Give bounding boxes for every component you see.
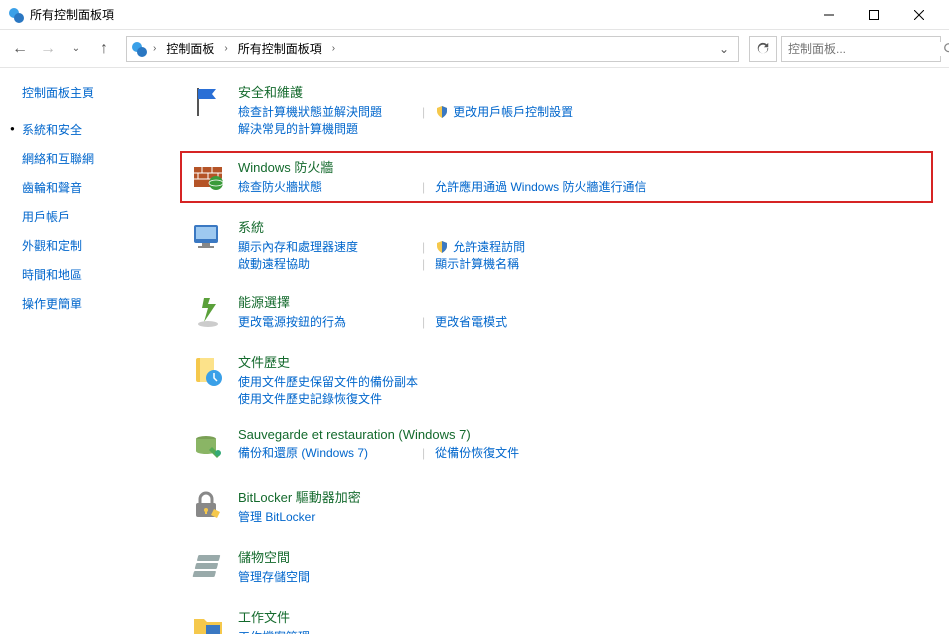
category-link[interactable]: 顯示內存和處理器速度 <box>238 238 398 255</box>
shield-icon <box>435 105 449 119</box>
chevron-right-icon[interactable]: › <box>330 43 337 54</box>
link-separator: | <box>422 315 425 329</box>
history-icon <box>188 352 228 392</box>
category-section: 能源選擇更改電源按鈕的行為 |更改省電模式 <box>180 286 933 338</box>
flag-icon <box>188 82 228 122</box>
up-button[interactable]: ↑ <box>92 37 116 61</box>
control-panel-icon <box>131 41 147 57</box>
toolbar: ← → ⌄ ↑ › 控制面板 › 所有控制面板項 › ⌄ <box>0 30 949 68</box>
category-link[interactable]: 解決常見的計算機問題 <box>238 120 398 137</box>
category-title[interactable]: Sauvegarde et restauration (Windows 7) <box>238 427 925 442</box>
sidebar-item[interactable]: 時間和地區 <box>22 260 180 289</box>
power-icon <box>188 292 228 332</box>
link-separator: | <box>422 446 425 460</box>
maximize-button[interactable] <box>851 0 896 30</box>
category-link[interactable]: 管理存儲空間 <box>238 568 398 585</box>
system-icon <box>188 217 228 257</box>
control-panel-icon <box>8 7 24 23</box>
breadcrumb-item[interactable]: 所有控制面板項 <box>234 38 326 59</box>
category-section: 系統顯示內存和處理器速度 |允許遠程訪問啟動遠程協助 |顯示計算機名稱 <box>180 211 933 278</box>
search-icon[interactable] <box>943 42 949 56</box>
link-separator: | <box>422 240 425 254</box>
sidebar: 控制面板主頁 系統和安全網絡和互聯網齒輪和聲音用戶帳戶外觀和定制時間和地區操作更… <box>0 68 180 634</box>
chevron-right-icon[interactable]: › <box>222 43 229 54</box>
sidebar-item[interactable]: 外觀和定制 <box>22 231 180 260</box>
category-link[interactable]: 備份和還原 (Windows 7) <box>238 444 398 461</box>
category-link[interactable]: |顯示計算機名稱 <box>422 255 582 272</box>
category-link[interactable]: 使用文件歷史記錄恢復文件 <box>238 390 398 407</box>
search-input[interactable] <box>788 42 943 56</box>
category-link[interactable]: 工作檔案管理 <box>238 628 398 634</box>
category-title[interactable]: 系統 <box>238 217 925 236</box>
category-link[interactable]: |從備份恢復文件 <box>422 444 582 461</box>
minimize-button[interactable] <box>806 0 851 30</box>
category-title[interactable]: BitLocker 驅動器加密 <box>238 487 925 506</box>
category-link[interactable]: 檢查計算機狀態並解決問題 <box>238 103 398 120</box>
category-section: 文件歷史使用文件歷史保留文件的備份副本使用文件歷史記錄恢復文件 <box>180 346 933 413</box>
category-link[interactable]: |允許應用通過 Windows 防火牆進行通信 <box>422 178 646 195</box>
category-link[interactable]: |更改省電模式 <box>422 313 582 330</box>
backup-icon <box>188 427 228 467</box>
address-dropdown-button[interactable]: ⌄ <box>714 42 734 56</box>
category-link[interactable]: 管理 BitLocker <box>238 508 398 525</box>
category-title[interactable]: 安全和維護 <box>238 82 925 101</box>
chevron-right-icon[interactable]: › <box>151 43 158 54</box>
category-section: 工作文件工作檔案管理 <box>180 601 933 634</box>
close-button[interactable] <box>896 0 941 30</box>
category-link[interactable]: 檢查防火牆狀態 <box>238 178 398 195</box>
category-title[interactable]: Windows 防火牆 <box>238 157 925 176</box>
sidebar-item[interactable]: 系統和安全 <box>22 115 180 144</box>
link-separator: | <box>422 257 425 271</box>
category-title[interactable]: 工作文件 <box>238 607 925 626</box>
back-button[interactable]: ← <box>8 37 32 61</box>
category-section: 儲物空間管理存儲空間 <box>180 541 933 593</box>
sidebar-item[interactable]: 齒輪和聲音 <box>22 173 180 202</box>
sidebar-heading[interactable]: 控制面板主頁 <box>22 84 180 101</box>
refresh-button[interactable] <box>749 36 777 62</box>
workfolders-icon <box>188 607 228 634</box>
category-title[interactable]: 儲物空間 <box>238 547 925 566</box>
breadcrumb-item[interactable]: 控制面板 <box>162 38 218 59</box>
window-title: 所有控制面板項 <box>30 6 806 23</box>
category-link[interactable]: 使用文件歷史保留文件的備份副本 <box>238 373 418 390</box>
category-link[interactable]: |允許遠程訪問 <box>422 238 582 255</box>
category-section: BitLocker 驅動器加密管理 BitLocker <box>180 481 933 533</box>
search-box[interactable] <box>781 36 941 62</box>
storage-icon <box>188 547 228 587</box>
sidebar-item[interactable]: 用戶帳戶 <box>22 202 180 231</box>
category-title[interactable]: 文件歷史 <box>238 352 925 371</box>
category-section: 安全和維護檢查計算機狀態並解決問題 |更改用戶帳戶控制設置解決常見的計算機問題 <box>180 76 933 143</box>
sidebar-item[interactable]: 網絡和互聯網 <box>22 144 180 173</box>
shield-icon <box>435 240 449 254</box>
address-bar[interactable]: › 控制面板 › 所有控制面板項 › ⌄ <box>126 36 739 62</box>
category-title[interactable]: 能源選擇 <box>238 292 925 311</box>
bitlocker-icon <box>188 487 228 527</box>
forward-button[interactable]: → <box>36 37 60 61</box>
category-section: Windows 防火牆檢查防火牆狀態 |允許應用通過 Windows 防火牆進行通… <box>180 151 933 203</box>
recent-locations-button[interactable]: ⌄ <box>64 37 88 61</box>
link-separator: | <box>422 180 425 194</box>
category-link[interactable]: 更改電源按鈕的行為 <box>238 313 398 330</box>
titlebar: 所有控制面板項 <box>0 0 949 30</box>
sidebar-item[interactable]: 操作更簡單 <box>22 289 180 318</box>
content-area: 安全和維護檢查計算機狀態並解決問題 |更改用戶帳戶控制設置解決常見的計算機問題 Wi… <box>180 68 949 634</box>
category-section: Sauvegarde et restauration (Windows 7) 備份… <box>180 421 933 473</box>
category-link[interactable]: |更改用戶帳戶控制設置 <box>422 103 582 120</box>
link-separator: | <box>422 105 425 119</box>
firewall-icon <box>188 157 228 197</box>
category-link[interactable]: 啟動遠程協助 <box>238 255 398 272</box>
